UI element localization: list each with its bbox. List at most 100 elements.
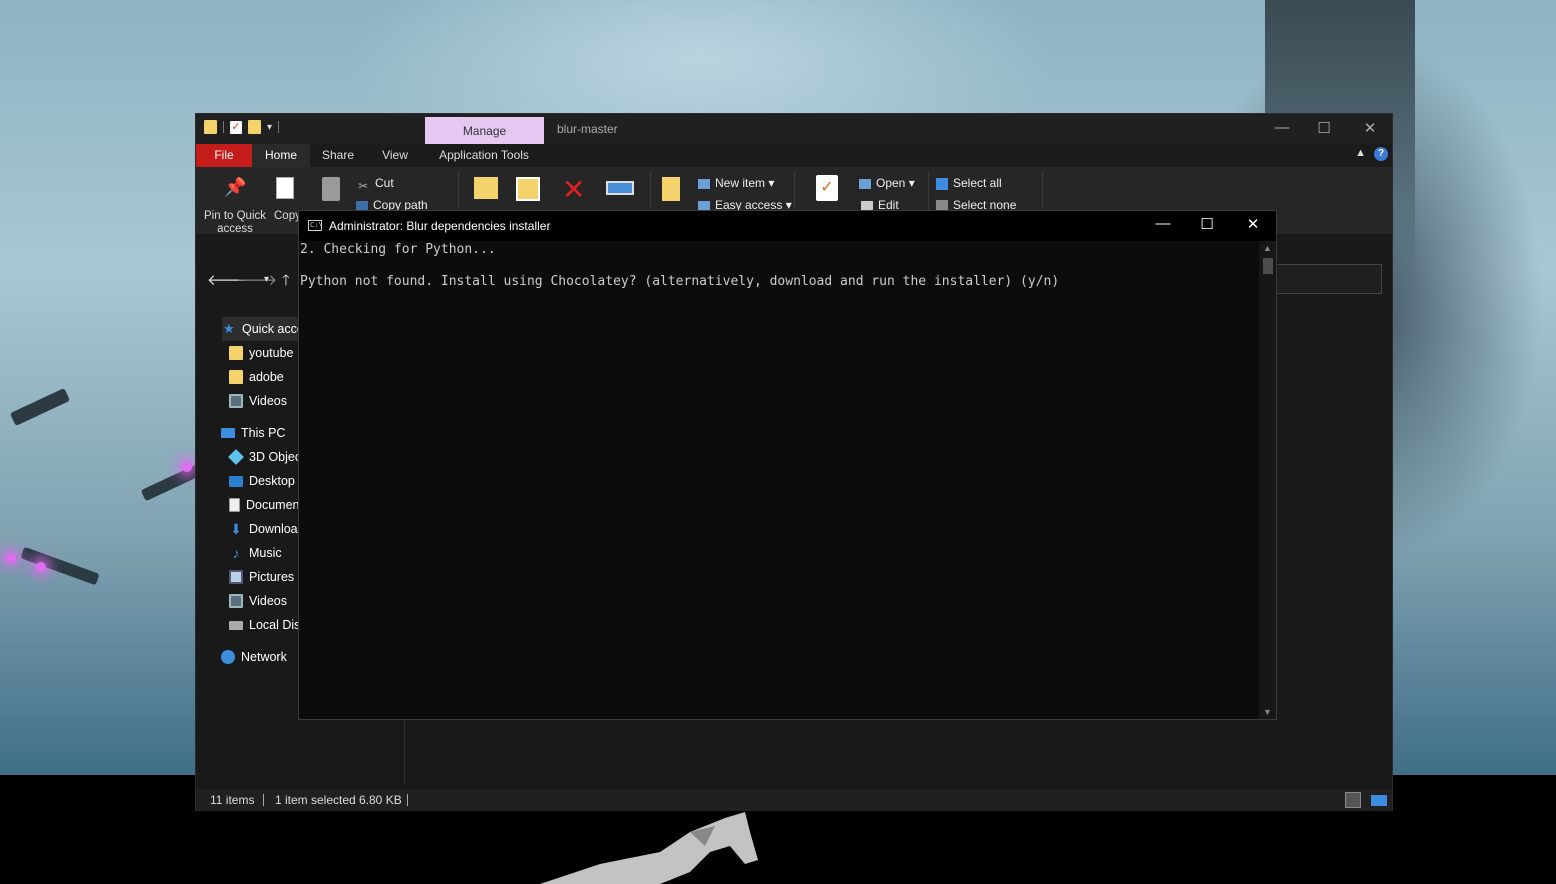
scissors-icon: ✂	[358, 178, 369, 193]
sidebar-item-label: Downloac	[249, 522, 304, 536]
folder-icon	[229, 346, 243, 360]
status-separator	[263, 794, 264, 806]
properties-icon[interactable]: ✓	[230, 120, 242, 134]
help-icon[interactable]: ?	[1374, 147, 1388, 161]
minimize-button[interactable]: —	[1272, 119, 1292, 136]
up-arrow-icon[interactable]: 🡑	[282, 270, 290, 295]
console-titlebar[interactable]: C:\ Administrator: Blur dependencies ins…	[299, 211, 1276, 241]
pin-icon[interactable]: 📌	[224, 177, 246, 197]
download-icon: ⬇	[230, 521, 242, 537]
sidebar-item-label: Network	[241, 650, 287, 664]
sidebar-item-label: adobe	[249, 370, 284, 384]
star-icon: ★	[223, 321, 235, 336]
new-folder-icon[interactable]	[662, 177, 680, 201]
desktop-icon	[229, 475, 243, 487]
properties-icon[interactable]: ✓	[816, 175, 838, 201]
sidebar-item-videos[interactable]: Videos	[229, 589, 287, 613]
wallpaper-glow	[182, 462, 192, 472]
sidebar-item-label: Pictures	[249, 570, 295, 584]
console-window[interactable]: C:\ Administrator: Blur dependencies ins…	[298, 210, 1277, 720]
customize-qat-icon[interactable]: ▾	[267, 122, 272, 133]
recent-locations-icon[interactable]: ▾	[264, 274, 269, 285]
sidebar-item-downloads[interactable]: ⬇ Downloac	[229, 517, 304, 541]
sidebar-item-adobe[interactable]: adobe	[229, 365, 284, 389]
wallpaper-ship	[20, 546, 100, 586]
sidebar-item-label: 3D Object	[249, 450, 305, 464]
details-view-icon[interactable]	[1345, 792, 1361, 808]
sidebar-item-music[interactable]: ♪ Music	[229, 541, 282, 565]
console-output[interactable]: 2. Checking for Python... Python not fou…	[299, 241, 1259, 719]
folder-icon[interactable]	[204, 120, 217, 134]
rename-icon[interactable]	[606, 181, 634, 195]
selection-size: 6.80 KB	[359, 793, 402, 807]
sidebar-item-label: Quick acce	[242, 322, 304, 336]
tab-application-tools[interactable]: Application Tools	[425, 144, 543, 167]
window-title: blur-master	[557, 122, 618, 136]
search-box[interactable]	[1276, 264, 1382, 294]
horse-logo	[540, 812, 758, 884]
sidebar-item-3d-objects[interactable]: 3D Object	[228, 445, 305, 469]
copy-icon[interactable]	[276, 177, 294, 199]
large-icons-view-icon[interactable]	[1371, 795, 1387, 806]
open-button[interactable]: Open ▾	[859, 176, 915, 190]
collapse-ribbon-icon[interactable]: ▲	[1355, 147, 1366, 159]
videos-icon	[229, 394, 243, 408]
copy-to-icon[interactable]	[516, 177, 540, 201]
maximize-button[interactable]: ☐	[1314, 119, 1334, 137]
console-maximize-button[interactable]: ☐	[1194, 215, 1220, 233]
qat-separator	[278, 121, 280, 133]
paste-icon[interactable]	[322, 177, 340, 201]
tab-view[interactable]: View	[366, 144, 424, 167]
pin-label-line1: Pin to Quick	[204, 210, 266, 222]
ribbon-tabs: File Home Share View Application Tools ▲…	[196, 144, 1392, 167]
sidebar-item-desktop[interactable]: Desktop	[229, 469, 295, 493]
console-close-button[interactable]: ✕	[1240, 215, 1266, 233]
scroll-up-icon[interactable]: ▲	[1263, 243, 1272, 253]
selection-count: 1 item selected	[275, 793, 356, 807]
videos-icon	[229, 594, 243, 608]
sidebar-item-label: Music	[249, 546, 282, 560]
sidebar-item-pictures[interactable]: Pictures	[229, 565, 294, 589]
scroll-down-icon[interactable]: ▼	[1263, 707, 1272, 717]
cut-button[interactable]: ✂ Cut	[358, 176, 394, 193]
tab-home[interactable]: Home	[252, 144, 310, 167]
new-item-icon	[698, 178, 710, 189]
sidebar-item-videos-quick[interactable]: Videos	[229, 389, 287, 413]
sidebar-item-network[interactable]: Network	[221, 645, 287, 669]
pictures-icon	[229, 570, 243, 584]
select-all-icon	[936, 177, 948, 190]
folder-icon	[229, 370, 243, 384]
tab-file[interactable]: File	[196, 144, 252, 167]
sidebar-item-label: Videos	[249, 594, 287, 608]
explorer-titlebar[interactable]: ✓ ▾ Manage blur-master — ☐ ✕	[196, 114, 1392, 144]
network-icon	[221, 650, 235, 664]
documents-icon	[229, 498, 240, 512]
sidebar-item-this-pc[interactable]: This PC	[221, 421, 285, 445]
console-line: 2. Checking for Python...	[300, 242, 496, 257]
console-scrollbar[interactable]: ▲ ▼	[1259, 241, 1276, 719]
close-button[interactable]: ✕	[1360, 119, 1380, 137]
sidebar-item-label: Desktop	[249, 474, 295, 488]
forward-arrow-icon[interactable]: 🡒	[237, 270, 277, 289]
cut-label: Cut	[375, 176, 394, 190]
manage-context-tab[interactable]: Manage	[425, 117, 544, 144]
open-label: Open	[876, 176, 906, 190]
wallpaper-glow	[36, 562, 46, 572]
sidebar-item-documents[interactable]: Documen	[229, 493, 300, 517]
music-icon: ♪	[232, 545, 240, 561]
sidebar-item-label: youtube	[249, 346, 294, 360]
new-item-button[interactable]: New item ▾	[698, 176, 774, 190]
delete-icon[interactable]: ✕	[562, 173, 585, 206]
console-minimize-button[interactable]: —	[1150, 215, 1176, 232]
select-all-button[interactable]: Select all	[936, 176, 1002, 190]
move-to-icon[interactable]	[474, 177, 498, 199]
pin-to-quick-access-button[interactable]: Pin to Quick access	[202, 210, 268, 236]
pin-label-line2: access	[217, 223, 253, 235]
select-all-label: Select all	[953, 176, 1002, 190]
new-folder-icon[interactable]	[248, 120, 261, 134]
scroll-thumb[interactable]	[1263, 258, 1273, 274]
tab-share[interactable]: Share	[310, 144, 366, 167]
sidebar-item-local-disk[interactable]: Local Disk	[229, 613, 307, 637]
3d-objects-icon	[228, 449, 244, 465]
sidebar-item-youtube[interactable]: youtube	[229, 341, 293, 365]
